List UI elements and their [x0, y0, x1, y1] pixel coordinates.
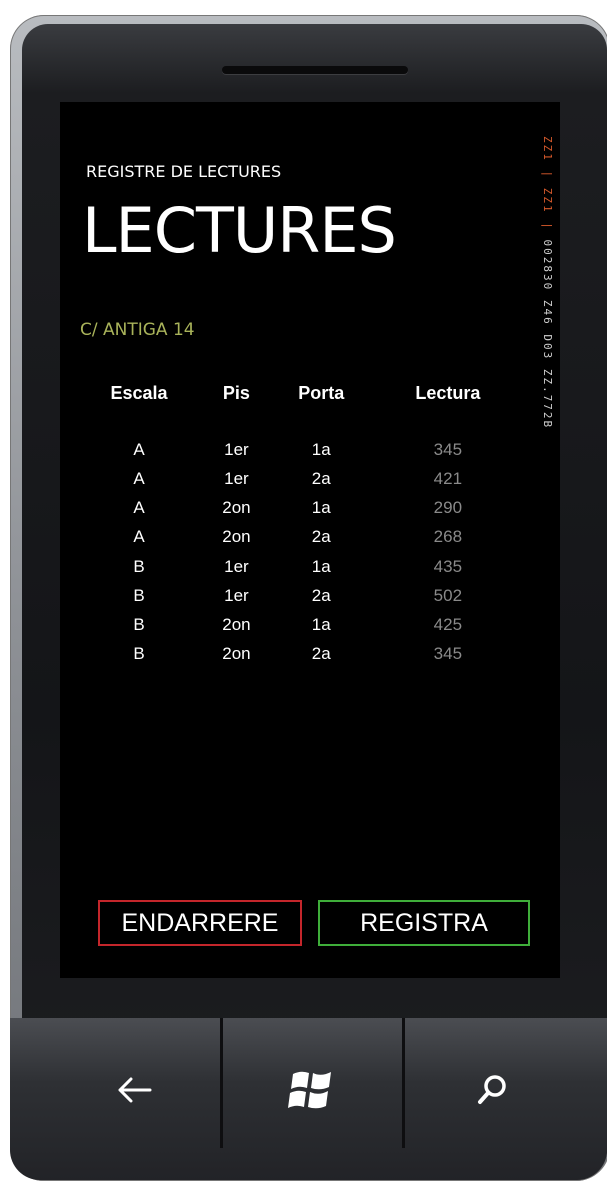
- cell-pis: 2on: [222, 644, 251, 664]
- cell-escala: A: [133, 527, 145, 547]
- cell-escala: B: [133, 614, 145, 634]
- search-icon: [478, 1075, 506, 1104]
- cell-lectura: 268: [433, 527, 463, 547]
- hardware-start-button[interactable]: [282, 1060, 342, 1120]
- arrow-left-icon: [118, 1077, 152, 1103]
- cell-pis: 1er: [224, 585, 249, 605]
- column-header-escala: Escala: [110, 382, 168, 403]
- side-status-strip: ZZ1 | ZZ1 | 002830 Z46 D03 ZZ.772B: [538, 136, 554, 536]
- cell-lectura: 435: [433, 556, 463, 576]
- cell-lectura: 425: [433, 614, 463, 634]
- cell-lectura: 290: [433, 498, 463, 518]
- status-strip-text: 002830 Z46 D03 ZZ.772B: [541, 230, 554, 430]
- table-row[interactable]: A 2on 1a 290: [74, 494, 522, 523]
- cell-pis: 1er: [224, 556, 249, 576]
- table-row[interactable]: A 1er 1a 345: [74, 435, 522, 464]
- cell-escala: B: [133, 556, 145, 576]
- cell-porta: 2a: [311, 644, 331, 664]
- cell-lectura: 502: [433, 585, 463, 605]
- cell-lectura: 345: [433, 439, 463, 459]
- cell-pis: 2on: [222, 614, 251, 634]
- hardware-search-button[interactable]: [462, 1060, 522, 1120]
- table-spacer: [74, 406, 522, 435]
- app-name: REGISTRE DE LECTURES: [86, 162, 282, 181]
- column-header-pis: Pis: [222, 382, 250, 403]
- button-divider: [220, 1018, 223, 1148]
- cell-lectura: 421: [433, 468, 463, 488]
- column-header-porta: Porta: [298, 382, 345, 403]
- cell-pis: 2on: [222, 498, 251, 518]
- cell-porta: 1a: [311, 614, 331, 634]
- cell-porta: 2a: [311, 527, 331, 547]
- back-button-label: ENDARRERE: [121, 908, 279, 937]
- cell-pis: 2on: [222, 527, 251, 547]
- address-label: C/ ANTIGA 14: [80, 320, 195, 340]
- table-row[interactable]: A 1er 2a 421: [74, 464, 522, 493]
- phone-screen: REGISTRE DE LECTURES LECTURES C/ ANTIGA …: [60, 102, 560, 978]
- cell-porta: 2a: [311, 585, 331, 605]
- cell-escala: B: [133, 644, 145, 664]
- hardware-back-button[interactable]: [105, 1060, 165, 1120]
- cell-escala: A: [133, 439, 145, 459]
- column-header-lectura: Lectura: [415, 382, 481, 403]
- table-header-row: Escala Pis Porta Lectura: [74, 380, 522, 406]
- cell-porta: 2a: [311, 468, 331, 488]
- readings-table: Escala Pis Porta Lectura A 1er 1a 345 A …: [74, 380, 522, 669]
- table-row[interactable]: B 2on 1a 425: [74, 610, 522, 639]
- register-button[interactable]: REGISTRA: [318, 900, 530, 946]
- cell-escala: A: [133, 468, 145, 488]
- speaker-grille: [222, 66, 408, 74]
- cell-pis: 1er: [224, 468, 249, 488]
- cell-porta: 1a: [311, 556, 331, 576]
- table-row[interactable]: B 1er 2a 502: [74, 581, 522, 610]
- table-row[interactable]: B 2on 2a 345: [74, 640, 522, 669]
- table-row[interactable]: A 2on 2a 268: [74, 523, 522, 552]
- cell-porta: 1a: [311, 498, 331, 518]
- button-divider: [402, 1018, 405, 1148]
- cell-escala: B: [133, 585, 145, 605]
- cell-pis: 1er: [224, 439, 249, 459]
- cell-escala: A: [133, 498, 145, 518]
- table-row[interactable]: B 1er 1a 435: [74, 552, 522, 581]
- windows-logo-icon: [288, 1071, 331, 1109]
- page-title: LECTURES: [82, 194, 397, 267]
- cell-lectura: 345: [433, 644, 463, 664]
- register-button-label: REGISTRA: [360, 908, 488, 937]
- back-button[interactable]: ENDARRERE: [98, 900, 302, 946]
- cell-porta: 1a: [311, 439, 331, 459]
- status-strip-accent: ZZ1 | ZZ1 |: [541, 136, 554, 231]
